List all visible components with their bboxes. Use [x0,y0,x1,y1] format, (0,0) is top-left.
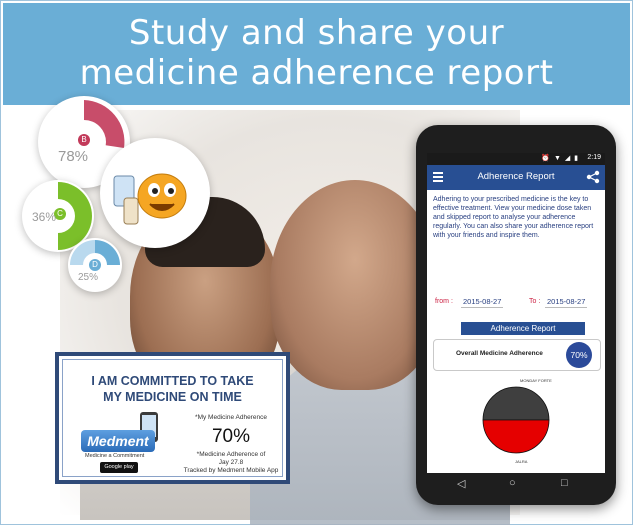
phone-mockup: ⏰ ▼ ◢ ▮ 2:19 Adherence Report Adhering t… [416,125,616,505]
my-adherence-value: 70% [211,426,251,447]
footnote-line-1: *Medicine Adherence of [196,451,266,458]
pie-label-jalra: JALRA [515,459,528,464]
status-icons: ⏰ ▼ ◢ ▮ [541,155,579,162]
pie-slice-jalra [482,419,550,454]
commitment-card-border: I AM COMMITTED TO TAKE MY MEDICINE ON TI… [62,359,283,477]
photo-old-man [270,180,440,390]
app-bar-title: Adherence Report [477,171,555,182]
overall-adherence-box: Overall Medicine Adherence 70% [433,339,601,371]
header-line-1: Study and share your [128,13,505,53]
app-bar: Adherence Report [427,165,605,190]
percent-78: 78% [58,148,89,165]
card-title-line-2: MY MEDICINE ON TIME [103,390,242,404]
commitment-card: I AM COMMITTED TO TAKE MY MEDICINE ON TI… [55,352,290,484]
date-range-row: from : 2015-08-27 To : 2015-08-27 [433,296,599,310]
badge-d: D [89,259,101,271]
from-date-field[interactable]: 2015-08-27 [461,296,504,308]
mascot-circle [100,138,210,248]
header-line-2: medicine adherence report [79,53,554,93]
phone-screen: ⏰ ▼ ◢ ▮ 2:19 Adherence Report Adhering t… [427,153,605,473]
card-title-line-1: I AM COMMITTED TO TAKE [91,374,254,388]
report-description: Adhering to your prescribed medicine is … [433,196,594,239]
badge-b: B [78,134,90,146]
home-icon[interactable]: ○ [509,477,516,489]
status-time: 2:19 [587,154,601,161]
percent-36: 36% [32,210,57,224]
medment-logo: Medment [81,430,155,452]
android-nav-bar: ◁ ○ □ [427,473,605,495]
status-bar: ⏰ ▼ ◢ ▮ 2:19 [427,153,605,165]
my-adherence-label: *My Medicine Adherence [195,414,267,421]
footnote-line-3: Tracked by Medment Mobile App [183,467,279,474]
recents-icon[interactable]: □ [561,477,568,489]
promo-header: Study and share your medicine adherence … [3,3,630,105]
from-label: from : [435,298,453,305]
share-icon[interactable] [586,170,600,184]
brand-tagline: Medicine a Commitment [85,453,145,459]
to-date-field[interactable]: 2015-08-27 [545,296,588,308]
google-play-badge[interactable]: Google play [100,462,138,473]
overall-adherence-label: Overall Medicine Adherence [456,350,543,357]
percent-25: 25% [78,272,99,283]
pie-label-monday-forte: MONDAY FORTE [520,378,552,383]
back-icon[interactable]: ◁ [457,477,465,490]
adherence-pie-chart [482,386,550,454]
footnote-line-2: Jay 27.8 [218,459,244,466]
pill-mascot-icon [113,173,187,225]
pie-slice-monday-forte [482,386,550,421]
adherence-report-button[interactable]: Adherence Report [461,322,585,335]
to-label: To : [529,298,541,305]
overall-adherence-value: 70% [566,342,592,368]
